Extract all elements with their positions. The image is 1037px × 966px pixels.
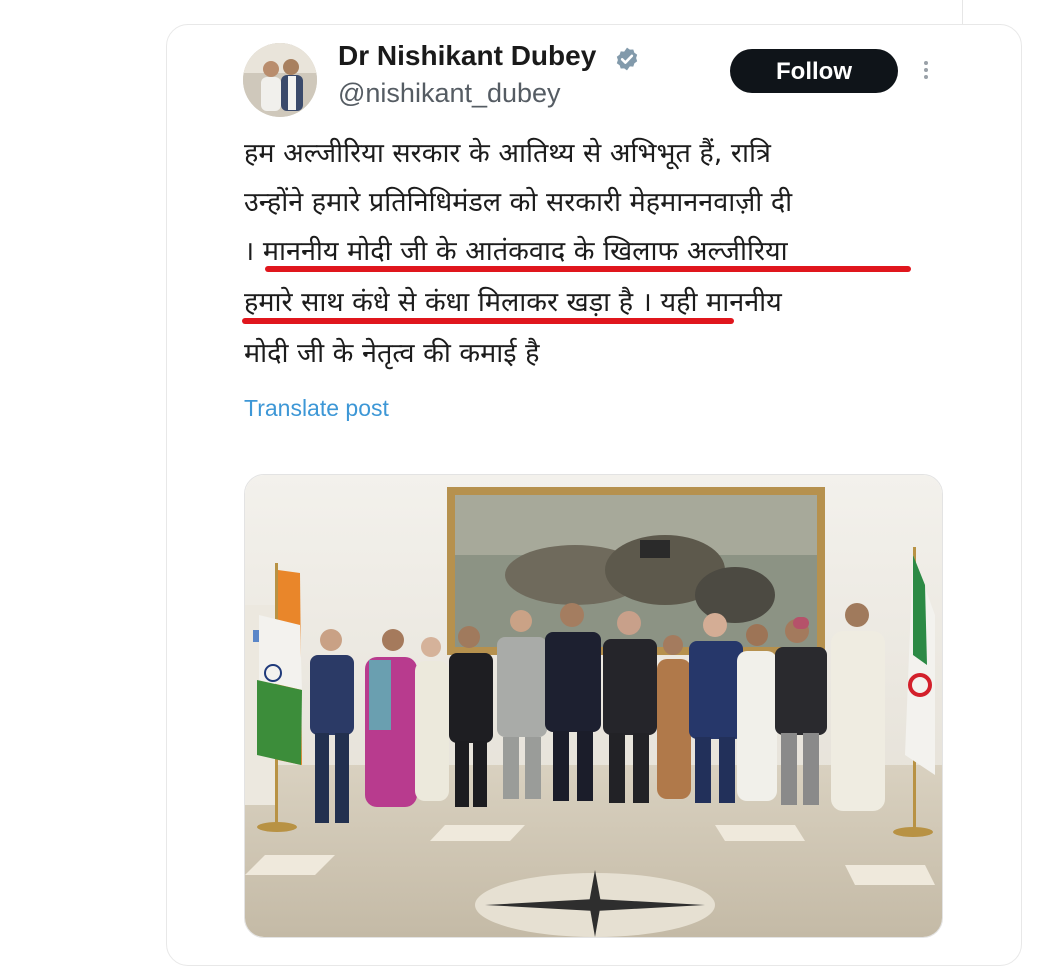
post-text-line-4: हमारे साथ कंधे से कंधा मिलाकर खड़ा है । … [244,287,782,318]
post-text-line-1: हम अल्जीरिया सरकार के आतिथ्य से अभिभूत ह… [244,138,771,169]
translate-post-link[interactable]: Translate post [244,395,389,422]
author-handle[interactable]: @nishikant_dubey [338,78,561,109]
follow-button[interactable]: Follow [730,49,898,93]
post-text-line-2: उन्होंने हमारे प्रतिनिधिमंडल को सरकारी म… [244,187,793,218]
more-options-icon[interactable] [916,58,936,86]
post-text-line-5: मोदी जी के नेतृत्व की कमाई है [244,338,540,369]
group-photo-image[interactable] [244,474,943,938]
verified-badge-icon [616,47,638,71]
author-name[interactable]: Dr Nishikant Dubey [338,40,596,72]
avatar[interactable] [243,43,317,117]
red-underline-2 [242,318,734,324]
red-underline-1 [265,266,911,272]
